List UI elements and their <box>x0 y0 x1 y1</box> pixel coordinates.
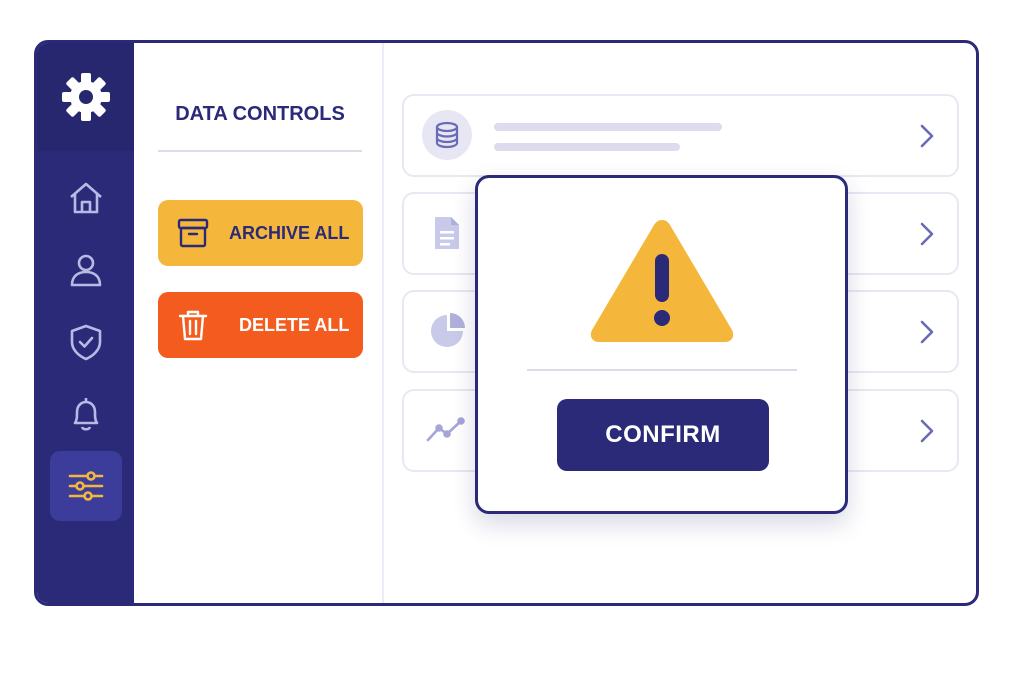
sidebar-item-security[interactable] <box>50 307 122 377</box>
archive-all-button[interactable]: ARCHIVE ALL <box>158 200 363 266</box>
placeholder-bar <box>494 143 680 151</box>
sidebar-item-settings[interactable] <box>50 451 122 521</box>
sidebar <box>37 43 134 603</box>
delete-all-label: DELETE ALL <box>239 314 350 335</box>
trash-icon <box>178 310 208 341</box>
chevron-right-icon <box>920 124 934 148</box>
document-icon <box>422 208 472 258</box>
sidebar-item-home[interactable] <box>50 163 122 233</box>
dialog-divider <box>527 369 797 371</box>
user-icon <box>70 254 102 287</box>
sidebar-item-user[interactable] <box>50 235 122 305</box>
warning-icon <box>590 220 734 342</box>
home-icon <box>70 182 102 214</box>
delete-all-button[interactable]: DELETE ALL <box>158 292 363 358</box>
line-chart-icon <box>422 405 472 455</box>
placeholder-bar <box>494 123 722 131</box>
bell-icon <box>73 398 99 431</box>
panel-divider <box>158 150 362 152</box>
chevron-right-icon <box>920 419 934 443</box>
chevron-right-icon <box>920 222 934 246</box>
confirm-dialog: CONFIRM <box>475 175 848 514</box>
gear-icon <box>61 73 110 121</box>
sidebar-item-notifications[interactable] <box>50 379 122 449</box>
sliders-icon <box>68 471 104 501</box>
shield-check-icon <box>70 324 102 361</box>
archive-all-label: ARCHIVE ALL <box>229 222 350 243</box>
app-window: DATA CONTROLS ARCHIVE ALL DELETE ALL CON… <box>34 40 979 606</box>
archive-box-icon <box>177 218 209 248</box>
sidebar-logo <box>37 43 134 151</box>
database-icon <box>422 110 472 160</box>
chevron-right-icon <box>920 320 934 344</box>
pie-chart-icon <box>422 306 472 356</box>
panel-title: DATA CONTROLS <box>175 103 345 125</box>
data-controls-panel: DATA CONTROLS ARCHIVE ALL DELETE ALL <box>134 43 384 603</box>
confirm-button[interactable]: CONFIRM <box>557 399 769 471</box>
list-item[interactable] <box>402 94 959 177</box>
